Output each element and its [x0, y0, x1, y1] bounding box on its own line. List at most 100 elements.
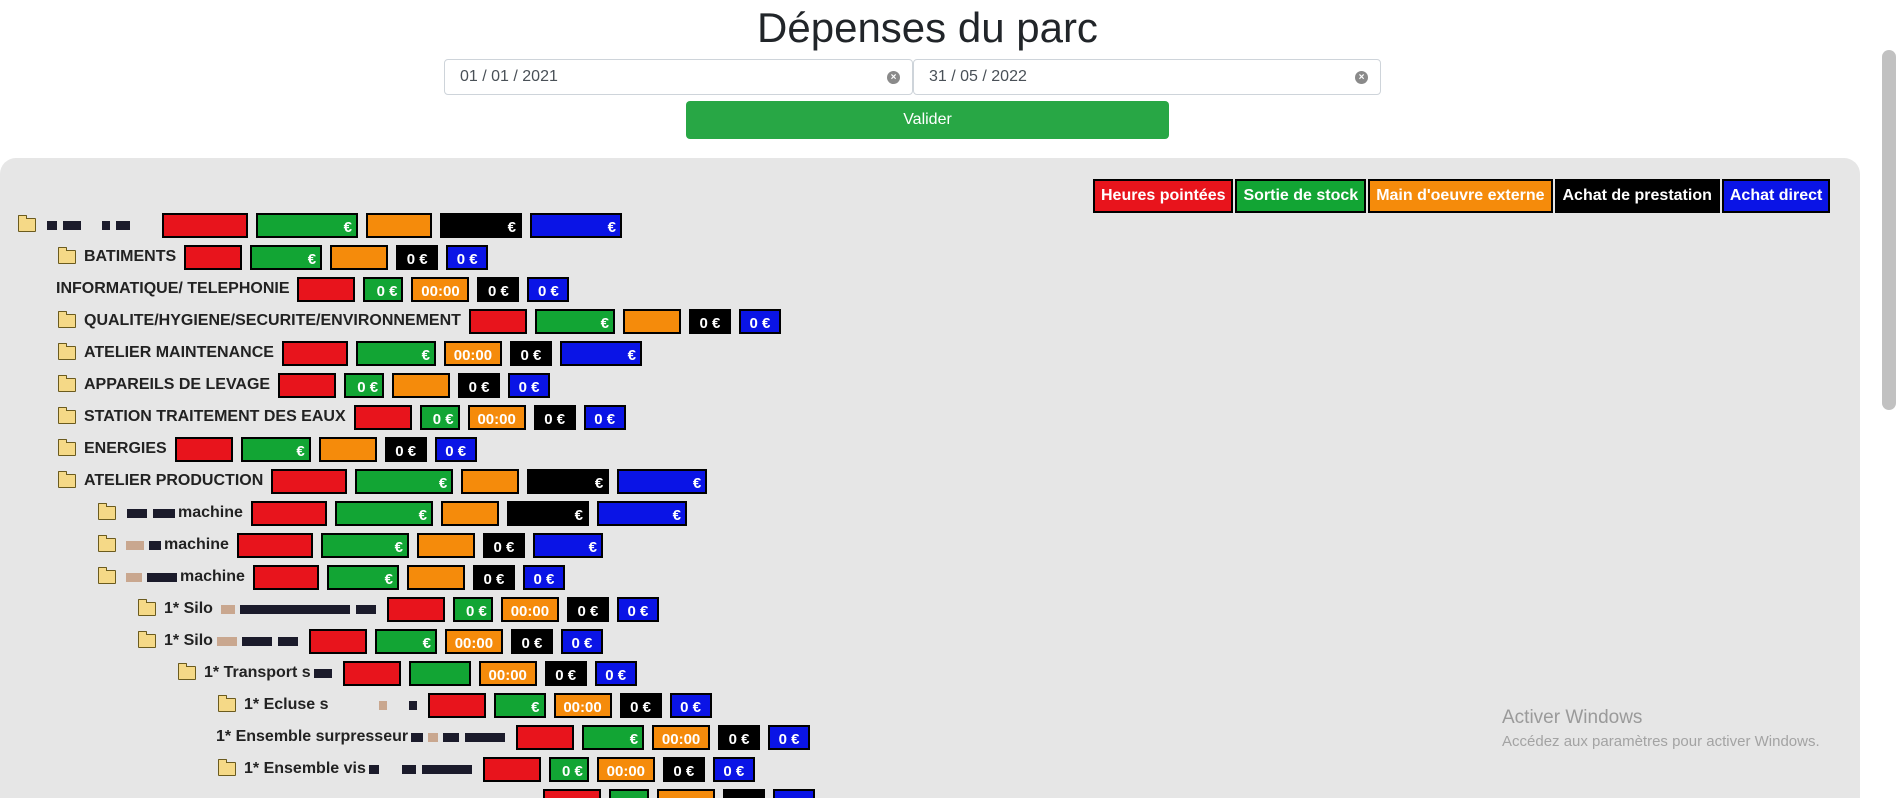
folder-icon: [178, 666, 196, 680]
tree-row-station[interactable]: STATION TRAITEMENT DES EAUX 0 € 00:00 0 …: [58, 401, 626, 433]
row-label: 1* Ecluse s: [244, 696, 329, 714]
tree-row-batiments[interactable]: BATIMENTS € 0 € 0 €: [58, 241, 488, 273]
cost-mo-externe: [392, 373, 450, 398]
folder-icon: [138, 634, 156, 648]
cost-direct: €: [530, 213, 622, 238]
folder-icon: [58, 474, 76, 488]
cost-direct: €: [597, 501, 687, 526]
cost-heures: [162, 213, 248, 238]
folder-icon: [58, 314, 76, 328]
tree-row-atelier-maintenance[interactable]: ATELIER MAINTENANCE € 00:00 0 € €: [58, 337, 642, 369]
cost-stock: €: [256, 213, 358, 238]
tree-row-qualite[interactable]: QUALITE/HYGIENE/SECURITE/ENVIRONNEMENT €…: [58, 305, 781, 337]
validate-button[interactable]: Valider: [686, 101, 1169, 139]
end-date-input[interactable]: 31 / 05 / 2022 ×: [913, 59, 1381, 95]
tree-row-ecluse[interactable]: 1* Ecluse s € 00:00 0 € 0 €: [218, 689, 712, 721]
legend-stock: Sortie de stock: [1235, 179, 1366, 213]
legend-mo-externe: Main d'oeuvre externe: [1368, 179, 1552, 213]
cost-direct: 0 €: [446, 245, 488, 270]
tree-row-machine-2[interactable]: machine € 0 € €: [98, 529, 603, 561]
cost-direct: 0 €: [617, 597, 659, 622]
tree-row-informatique[interactable]: INFORMATIQUE/ TELEPHONIE 0 € 00:00 0 € 0…: [56, 273, 569, 305]
clear-end-date-icon[interactable]: ×: [1355, 71, 1368, 84]
cost-prestation: 0 €: [458, 373, 500, 398]
cost-stock: 0 €: [453, 597, 493, 622]
cost-heures: [387, 597, 445, 622]
cost-prestation: 0 €: [483, 533, 525, 558]
tree-row-silo-1[interactable]: 1* Silo 0 € 00:00 0 € 0 €: [138, 593, 659, 625]
cost-stock: €: [321, 533, 409, 558]
cost-mo-externe: 00:00: [445, 629, 503, 654]
expenses-panel: Heures pointées Sortie de stock Main d'o…: [0, 158, 1860, 798]
cost-heures: [282, 341, 348, 366]
row-label: BATIMENTS: [84, 248, 176, 266]
row-label: ATELIER MAINTENANCE: [84, 344, 274, 362]
cost-prestation: 0 €: [477, 277, 519, 302]
cost-prestation: 0 €: [567, 597, 609, 622]
start-date-value: 01 / 01 / 2021: [460, 68, 558, 85]
vertical-scrollbar[interactable]: [1882, 50, 1896, 410]
tree-row-levage[interactable]: APPAREILS DE LEVAGE 0 € 0 € 0 €: [58, 369, 550, 401]
cost-heures: [237, 533, 313, 558]
legend-heures: Heures pointées: [1093, 179, 1233, 213]
cost-mo-externe: [417, 533, 475, 558]
tree-row-machine-3[interactable]: machine € 0 € 0 €: [98, 561, 565, 593]
row-label: QUALITE/HYGIENE/SECURITE/ENVIRONNEMENT: [84, 312, 461, 330]
folder-icon: [218, 762, 236, 776]
tree-row-vis[interactable]: 1* Ensemble vis 0 € 00:00 0 € 0 €: [218, 753, 755, 785]
row-label: machine: [180, 568, 245, 586]
row-label: 1* Transport s: [204, 664, 311, 682]
cost-mo-externe: [366, 213, 432, 238]
cost-prestation: 0 €: [473, 565, 515, 590]
folder-icon: [58, 410, 76, 424]
cost-heures: [469, 309, 527, 334]
cost-stock: €: [355, 469, 453, 494]
cost-mo-externe: [461, 469, 519, 494]
tree-row-machine-1[interactable]: machine € € €: [98, 497, 687, 529]
tree-row-energies[interactable]: ENERGIES € 0 € 0 €: [58, 433, 477, 465]
cost-stock: 0 €: [344, 373, 384, 398]
cost-prestation: 0 €: [689, 309, 731, 334]
row-label: machine: [164, 536, 229, 554]
cost-heures: [251, 501, 327, 526]
clear-start-date-icon[interactable]: ×: [887, 71, 900, 84]
cost-direct: 0 €: [713, 757, 755, 782]
cost-stock: [609, 789, 649, 798]
cost-prestation: 0 €: [510, 341, 552, 366]
windows-activation-title: Activer Windows: [1502, 707, 1642, 729]
cost-stock: 0 €: [549, 757, 589, 782]
legend-direct: Achat direct: [1722, 179, 1830, 213]
folder-icon: [218, 698, 236, 712]
cost-heures: [428, 693, 486, 718]
cost-direct: 0 €: [527, 277, 569, 302]
tree-row-silo-2[interactable]: 1* Silo € 00:00 0 € 0 €: [138, 625, 603, 657]
page-title: Dépenses du parc: [0, 4, 1855, 52]
cost-mo-externe: 00:00: [468, 405, 526, 430]
cost-mo-externe: [330, 245, 388, 270]
cost-prestation: 0 €: [663, 757, 705, 782]
cost-heures: [543, 789, 601, 798]
legend-prestation: Achat de prestation: [1555, 179, 1720, 213]
cost-mo-externe: [407, 565, 465, 590]
cost-stock: €: [494, 693, 546, 718]
row-label: 1* Silo: [164, 632, 213, 650]
tree-row-transport[interactable]: 1* Transport s 00:00 0 € 0 €: [178, 657, 637, 689]
cost-stock: €: [335, 501, 433, 526]
cost-mo-externe: [319, 437, 377, 462]
cost-direct: [773, 789, 815, 798]
cost-heures: [354, 405, 412, 430]
cost-mo-externe: 00:00: [479, 661, 537, 686]
cost-stock: €: [582, 725, 644, 750]
cost-direct: 0 €: [584, 405, 626, 430]
cost-prestation: €: [507, 501, 589, 526]
cost-mo-externe: 00:00: [411, 277, 469, 302]
folder-icon: [138, 602, 156, 616]
cost-heures: [184, 245, 242, 270]
row-label: machine: [178, 504, 243, 522]
tree-row-root[interactable]: € € €: [18, 209, 622, 241]
tree-row-surpresseur[interactable]: 1* Ensemble surpresseur € 00:00 0 € 0 €: [216, 721, 810, 753]
cost-stock: €: [250, 245, 322, 270]
start-date-input[interactable]: 01 / 01 / 2021 ×: [444, 59, 913, 95]
tree-row-atelier-production[interactable]: ATELIER PRODUCTION € € €: [58, 465, 707, 497]
windows-activation-subtitle: Accédez aux paramètres pour activer Wind…: [1502, 733, 1820, 750]
